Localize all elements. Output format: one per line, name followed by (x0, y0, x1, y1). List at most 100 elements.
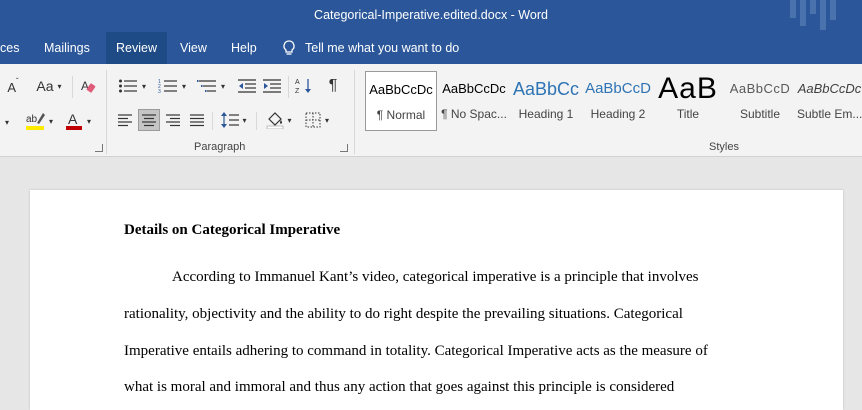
shading-button[interactable]: ▾ (262, 109, 296, 131)
style-sample: AaBbCcDc (442, 81, 506, 96)
eraser-icon: A (81, 79, 96, 93)
show-hide-marks-button[interactable]: ¶ (322, 76, 344, 96)
style-sample: AaBbCcD (729, 81, 791, 96)
style-name: ¶ No Spac... (441, 107, 507, 121)
paragraph-line: Imperative entails adhering to command i… (124, 343, 708, 359)
chevron-down-icon: ▾ (220, 81, 225, 91)
divider (72, 76, 73, 98)
chevron-down-icon: ▾ (141, 81, 146, 91)
style-subtitle[interactable]: AaBbCcD Subtitle (724, 71, 796, 131)
style-name: Title (676, 107, 700, 121)
paragraph-line: what is moral and immoral and thus any a… (124, 379, 675, 395)
title-bar-decoration (790, 0, 836, 30)
borders-button[interactable]: ▾ (300, 109, 334, 131)
increase-indent-icon (263, 79, 281, 93)
tab-references[interactable]: ces (0, 32, 29, 64)
style-sample: AaB (658, 72, 718, 105)
align-left-button[interactable] (114, 109, 136, 131)
group-separator (354, 70, 355, 154)
justify-button[interactable] (186, 109, 208, 131)
decrease-indent-button[interactable] (236, 76, 258, 96)
decrease-indent-icon (238, 79, 256, 93)
numbered-list-icon: 123 (158, 79, 177, 94)
tell-me-search[interactable]: Tell me what you want to do (282, 32, 459, 64)
style-name: Heading 2 (590, 107, 646, 121)
style-heading-2[interactable]: AaBbCcD Heading 2 (582, 71, 654, 131)
shrink-font-label: A (7, 79, 16, 95)
sort-button[interactable]: AZ (293, 76, 315, 96)
style-no-spacing[interactable]: AaBbCcDc ¶ No Spac... (438, 71, 510, 131)
paragraph-line: According to Immanuel Kant’s video, cate… (172, 269, 699, 285)
paragraph-group-label: Paragraph (194, 141, 246, 153)
text-effects-arrow-button[interactable]: ▾ (0, 112, 14, 132)
document-heading: Details on Categorical Imperative (124, 222, 341, 238)
paint-bucket-icon (267, 112, 284, 129)
chevron-down-icon: ▾ (57, 81, 62, 91)
font-color-icon: A (65, 111, 82, 130)
title-bar: Categorical-Imperative.edited.docx - Wor… (0, 0, 862, 32)
style-title[interactable]: AaB Title (652, 71, 724, 131)
line-spacing-icon (221, 112, 240, 128)
style-sample: AaBbCcDc (797, 81, 862, 96)
window-title: Categorical-Imperative.edited.docx - Wor… (314, 8, 548, 22)
lightbulb-icon (283, 40, 295, 55)
change-case-label: Aa (36, 78, 54, 94)
chevron-down-icon: ▾ (324, 115, 329, 125)
justify-icon (190, 114, 204, 127)
divider (256, 112, 257, 130)
tab-help[interactable]: Help (221, 32, 267, 64)
increase-indent-button[interactable] (261, 76, 283, 96)
align-left-icon (118, 114, 132, 127)
line-spacing-button[interactable]: ▾ (218, 109, 250, 131)
svg-text:ab: ab (26, 114, 38, 125)
chevron-down-icon: ▾ (242, 115, 247, 125)
align-center-button[interactable] (138, 109, 160, 131)
style-normal[interactable]: AaBbCcDc ¶ Normal (365, 71, 437, 131)
style-sample: AaBbCcD (585, 80, 651, 97)
chevron-down-icon: ▾ (86, 116, 91, 126)
change-case-button[interactable]: Aa ▾ (32, 76, 66, 96)
chevron-down-icon: ▾ (181, 81, 186, 91)
style-heading-1[interactable]: AaBbCc Heading 1 (510, 71, 582, 131)
tell-me-text: Tell me what you want to do (305, 41, 460, 55)
divider (288, 76, 289, 98)
style-sample: AaBbCc (512, 79, 580, 99)
style-name: Subtitle (739, 107, 781, 121)
font-dialog-launcher-icon[interactable] (95, 144, 103, 152)
tab-mailings[interactable]: Mailings (34, 32, 100, 64)
shrink-font-arrow-icon: ˇ (16, 76, 19, 86)
divider (212, 112, 213, 130)
chevron-down-icon: ▾ (48, 116, 53, 126)
style-name: ¶ Normal (376, 108, 426, 122)
numbering-button[interactable]: 123 ▾ (154, 76, 190, 96)
highlight-color-button[interactable]: ab ▾ (22, 110, 56, 132)
group-separator (106, 70, 107, 154)
style-name: Subtle Em... (797, 107, 862, 121)
align-right-button[interactable] (162, 109, 184, 131)
document-page[interactable]: Details on Categorical Imperative Accord… (30, 190, 843, 410)
chevron-down-icon: ▾ (287, 115, 292, 125)
paragraph-line: rationality, objectivity and the ability… (124, 306, 683, 322)
bullet-list-icon (118, 79, 137, 93)
multilevel-list-icon (196, 80, 216, 92)
pilcrow-icon: ¶ (328, 77, 338, 94)
style-subtle-emphasis[interactable]: AaBbCcDc Subtle Em... (797, 71, 862, 131)
svg-text:Z: Z (295, 88, 300, 95)
clear-formatting-button[interactable]: A (78, 76, 98, 96)
svg-text:3: 3 (158, 89, 161, 94)
style-sample: AaBbCcDc (369, 82, 433, 97)
ribbon-tab-bar: ces Mailings Review View Help Tell me wh… (0, 32, 862, 64)
chevron-down-icon: ▾ (4, 117, 9, 127)
bullets-button[interactable]: ▾ (114, 76, 150, 96)
svg-text:A: A (68, 111, 78, 127)
highlighter-icon: ab (25, 113, 45, 130)
multilevel-list-button[interactable]: ▾ (193, 76, 229, 96)
svg-text:A: A (81, 79, 89, 93)
shrink-font-button[interactable]: Aˇ (6, 76, 20, 96)
align-center-icon (142, 114, 156, 127)
tab-review[interactable]: Review (106, 32, 167, 64)
borders-icon (305, 112, 321, 128)
tab-view[interactable]: View (170, 32, 217, 64)
font-color-button[interactable]: A ▾ (60, 110, 96, 132)
paragraph-dialog-launcher-icon[interactable] (340, 144, 348, 152)
